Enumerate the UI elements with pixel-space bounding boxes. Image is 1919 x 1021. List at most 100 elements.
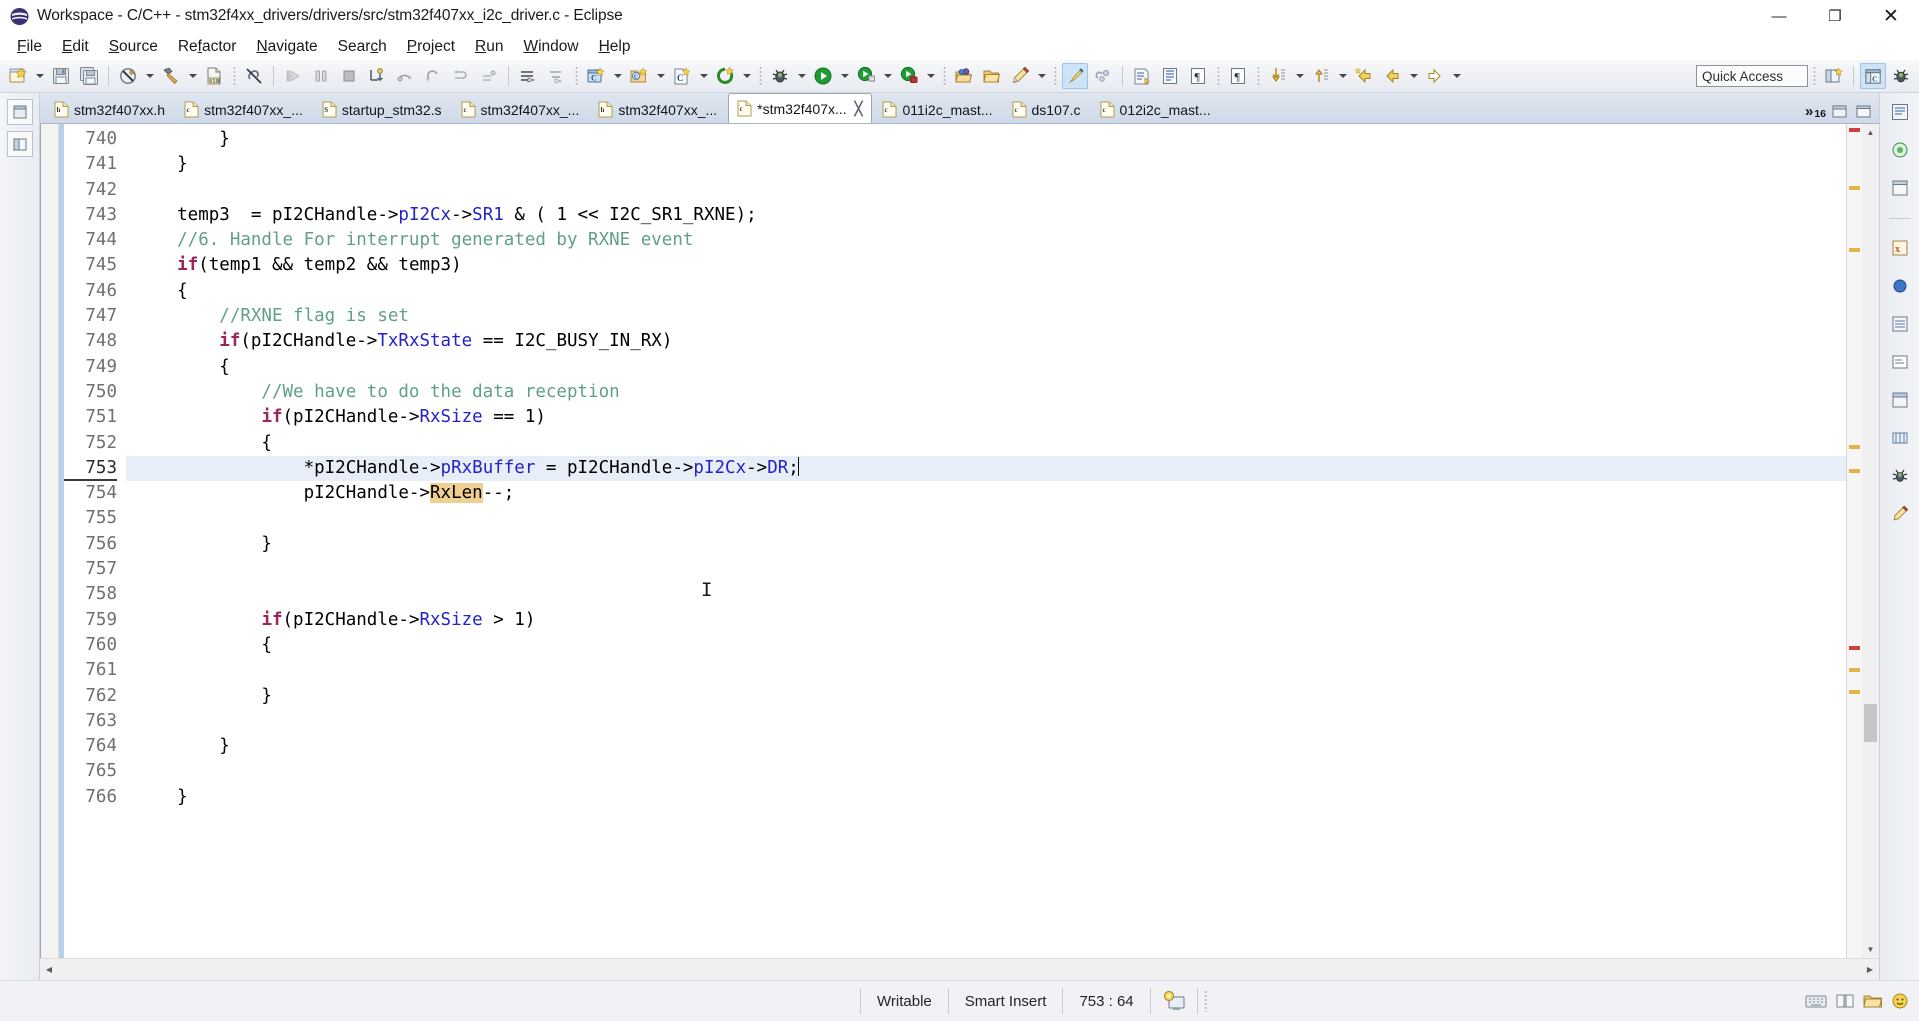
- variables-view-icon[interactable]: x: [1887, 235, 1913, 261]
- restore-view-icon[interactable]: [6, 99, 33, 125]
- jump-down-icon[interactable]: [1265, 63, 1291, 89]
- status-drag-handle[interactable]: [1196, 988, 1214, 1014]
- back-history-star-icon[interactable]: [1351, 63, 1377, 89]
- next-annotation-icon[interactable]: [1129, 63, 1155, 89]
- back-history-dropdown-icon[interactable]: [1407, 64, 1420, 88]
- code-line[interactable]: {: [126, 633, 1846, 658]
- new-c-file-icon[interactable]: C: [669, 63, 695, 89]
- code-line[interactable]: if(temp1 && temp2 && temp3): [126, 253, 1846, 278]
- toolbar-drag-handle-5[interactable]: [1053, 65, 1057, 87]
- external-tools-icon[interactable]: [853, 63, 879, 89]
- editor-tab-8[interactable]: c 012i2c_mast...: [1092, 96, 1220, 123]
- new-wizard-dropdown-icon[interactable]: [33, 64, 46, 88]
- new-c-project-dropdown-icon[interactable]: [611, 64, 624, 88]
- toolbar-drag-handle-3[interactable]: [758, 65, 762, 87]
- back-history-icon[interactable]: [1379, 63, 1405, 89]
- code-line[interactable]: }: [126, 785, 1846, 810]
- debug-icon[interactable]: [767, 63, 793, 89]
- toolbar-drag-handle-4[interactable]: [942, 65, 946, 87]
- maximize-editor-icon[interactable]: [1856, 105, 1871, 118]
- horizontal-scroll-track[interactable]: [58, 963, 1861, 977]
- code-line[interactable]: }: [126, 532, 1846, 557]
- show-whitespace-icon[interactable]: [1157, 63, 1183, 89]
- code-line[interactable]: [126, 178, 1846, 203]
- toolbar-drag-handle[interactable]: [232, 65, 236, 87]
- scroll-left-arrow-icon[interactable]: ◀: [40, 961, 58, 979]
- build-all-icon[interactable]: [115, 63, 141, 89]
- toggle-block-selection-icon[interactable]: [1090, 63, 1116, 89]
- code-line[interactable]: *pI2CHandle->pRxBuffer = pI2CHandle->pI2…: [126, 455, 1846, 482]
- code-line[interactable]: if(pI2CHandle->TxRxState == I2C_BUSY_IN_…: [126, 329, 1846, 354]
- code-line[interactable]: }: [126, 684, 1846, 709]
- code-line[interactable]: temp3 = pI2CHandle->pI2Cx->SR1 & ( 1 << …: [126, 203, 1846, 228]
- menu-help[interactable]: Help: [589, 36, 641, 58]
- perspective-cpp-icon[interactable]: C: [1860, 63, 1886, 89]
- new-element-icon[interactable]: [712, 63, 738, 89]
- menu-edit[interactable]: Edit: [52, 36, 99, 58]
- pencil-icon[interactable]: [1007, 63, 1033, 89]
- new-cpp-class-dropdown-icon[interactable]: [654, 64, 667, 88]
- build-all-dropdown-icon[interactable]: [143, 64, 156, 88]
- profile-icon[interactable]: [896, 63, 922, 89]
- code-line[interactable]: }: [126, 127, 1846, 152]
- code-line[interactable]: {: [126, 431, 1846, 456]
- tab-overflow-chevron[interactable]: » 16: [1805, 103, 1826, 120]
- open-folder-icon[interactable]: [951, 63, 977, 89]
- open-type-hierarchy-icon[interactable]: [543, 63, 569, 89]
- annotation-ruler[interactable]: [41, 124, 59, 958]
- code-line[interactable]: //RXNE flag is set: [126, 304, 1846, 329]
- menu-run[interactable]: Run: [465, 36, 513, 58]
- open-declaration-icon[interactable]: [515, 63, 541, 89]
- search-folder-icon[interactable]: [979, 63, 1005, 89]
- overview-ruler[interactable]: [1846, 124, 1862, 958]
- build-targets-icon[interactable]: [1887, 137, 1913, 163]
- menu-refactor[interactable]: Refactor: [168, 36, 247, 58]
- code-line[interactable]: [126, 658, 1846, 683]
- run-dropdown-icon[interactable]: [838, 64, 851, 88]
- status-keyboard-icon[interactable]: [1805, 993, 1827, 1009]
- editor-tab-2[interactable]: S startup_stm32.s: [314, 96, 451, 123]
- menu-navigate[interactable]: Navigate: [246, 36, 327, 58]
- pencil-dropdown-icon[interactable]: [1035, 64, 1048, 88]
- run-icon[interactable]: [810, 63, 836, 89]
- use-step-filters-icon[interactable]: [476, 63, 502, 89]
- binary-010-icon[interactable]: 010: [201, 63, 227, 89]
- jump-up-icon[interactable]: [1308, 63, 1334, 89]
- toggle-mark-occurrences-icon[interactable]: [1062, 63, 1088, 89]
- show-pilcrow-2-icon[interactable]: ¶: [1225, 63, 1251, 89]
- code-line[interactable]: [126, 709, 1846, 734]
- quick-access-input[interactable]: Quick Access: [1696, 65, 1808, 87]
- perspective-new-icon[interactable]: [1821, 63, 1847, 89]
- code-line[interactable]: pI2CHandle->RxLen--;: [126, 481, 1846, 506]
- project-explorer-icon[interactable]: [6, 131, 33, 157]
- code-line[interactable]: }: [126, 152, 1846, 177]
- step-into-icon[interactable]: [364, 63, 390, 89]
- step-return-icon[interactable]: [420, 63, 446, 89]
- link-break-icon[interactable]: [241, 63, 267, 89]
- show-pilcrow-icon[interactable]: ¶: [1185, 63, 1211, 89]
- code-line[interactable]: {: [126, 279, 1846, 304]
- maximize-button[interactable]: ❐: [1807, 0, 1863, 33]
- toolbar-drag-handle-6[interactable]: [1216, 65, 1220, 87]
- save-icon[interactable]: [48, 63, 74, 89]
- minimize-button[interactable]: —: [1751, 0, 1807, 33]
- menu-project[interactable]: Project: [397, 36, 465, 58]
- status-book-icon[interactable]: [1835, 993, 1855, 1009]
- scroll-right-arrow-icon[interactable]: ▶: [1861, 961, 1879, 979]
- forward-history-icon[interactable]: [1422, 63, 1448, 89]
- code-line[interactable]: }: [126, 734, 1846, 759]
- perspective-debug-icon[interactable]: [1888, 63, 1914, 89]
- source-editor[interactable]: 740 741 742 743 744 745 746 747 748 749 750 751 752 7…: [40, 124, 1879, 958]
- editor-vertical-scrollbar[interactable]: ▲ ▼: [1862, 124, 1879, 958]
- memory-view-icon[interactable]: [1887, 425, 1913, 451]
- menu-file[interactable]: File: [7, 36, 52, 58]
- editor-tab-6[interactable]: c 011i2c_mast...: [874, 96, 1001, 123]
- new-cpp-class-icon[interactable]: C: [626, 63, 652, 89]
- scroll-up-arrow-icon[interactable]: ▲: [1862, 124, 1879, 141]
- close-button[interactable]: ✕: [1863, 0, 1919, 33]
- toolbar-drag-handle-8[interactable]: [1812, 65, 1816, 87]
- editor-horizontal-scrollbar[interactable]: ◀ ▶: [40, 958, 1879, 980]
- breakpoints-view-icon[interactable]: [1887, 273, 1913, 299]
- status-smiley-icon[interactable]: [1891, 992, 1909, 1010]
- code-line[interactable]: [126, 582, 1846, 607]
